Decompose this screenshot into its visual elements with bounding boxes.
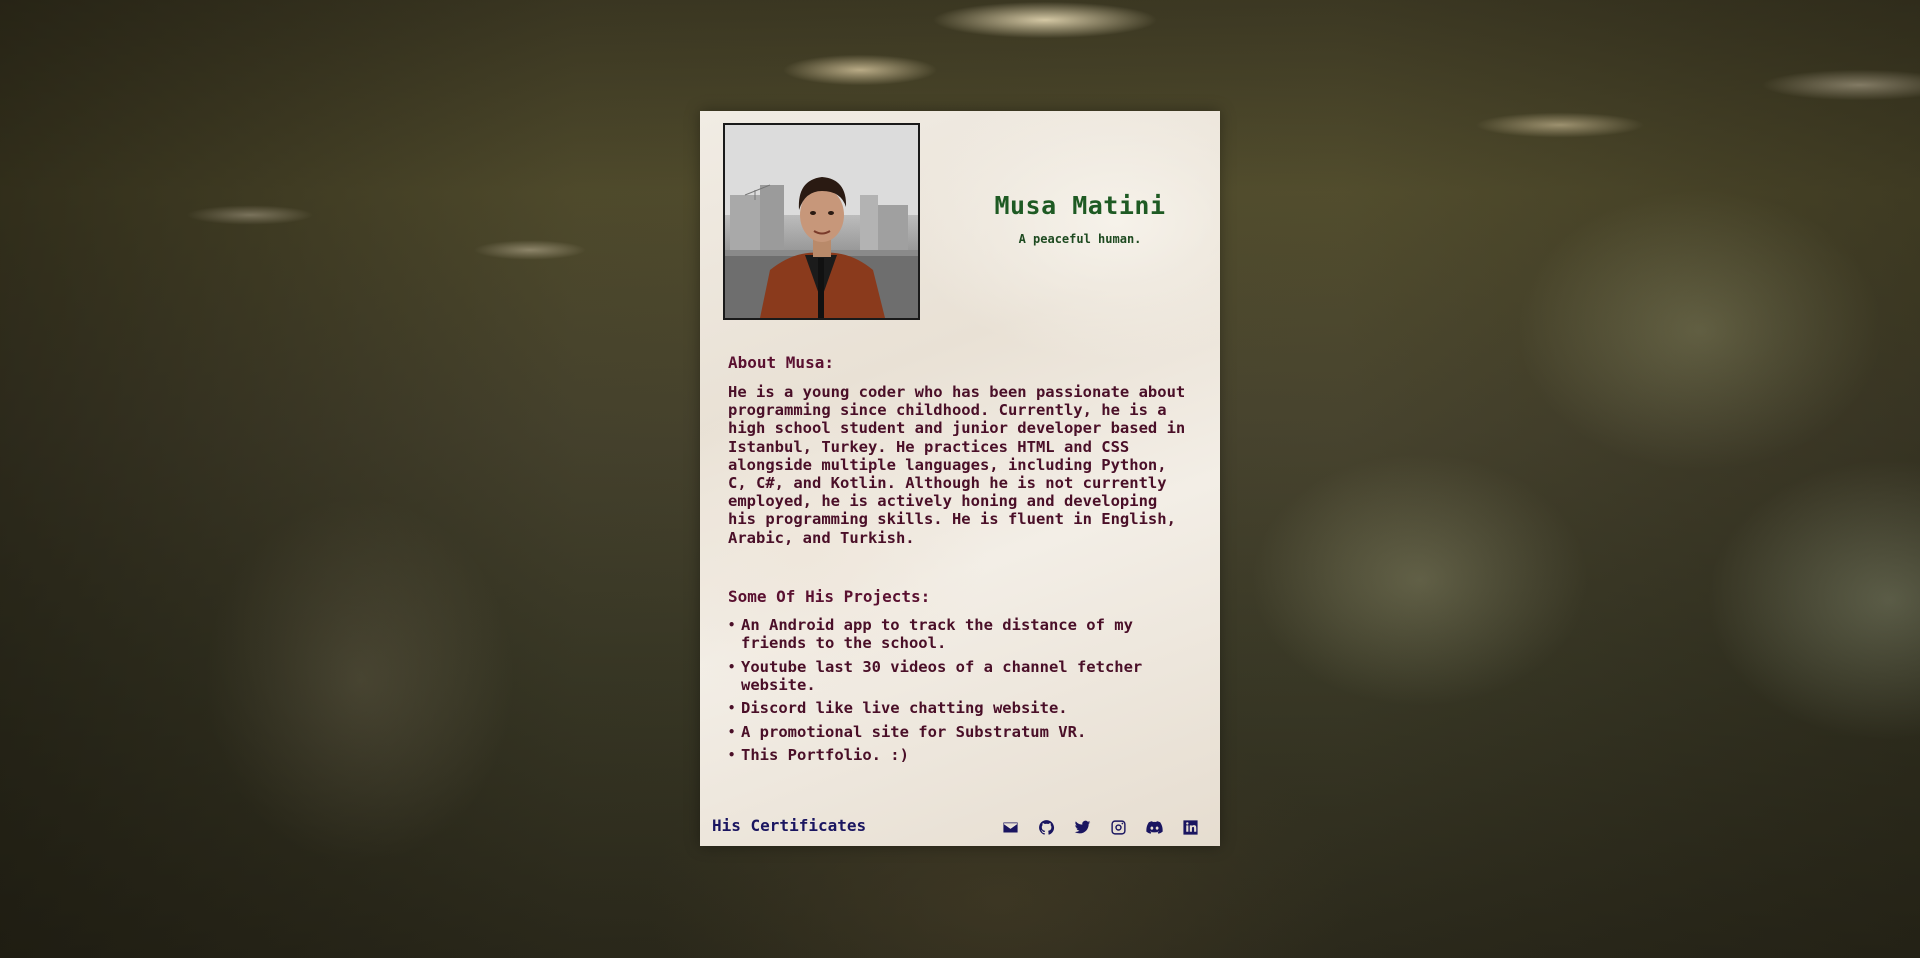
instagram-link[interactable] [1100,817,1136,837]
project-item-text: An Android app to track the distance of … [741,616,1133,653]
envelope-icon [1002,822,1018,832]
bullet-icon: • [728,724,736,739]
twitter-link[interactable] [1064,817,1100,837]
profile-name: Musa Matini [994,191,1166,220]
profile-tagline: A peaceful human. [1018,232,1142,246]
bullet-icon: • [728,701,736,716]
project-item: • Youtube last 30 videos of a channel fet… [728,658,1198,694]
bullet-icon: • [728,659,736,674]
social-links [992,817,1208,837]
project-item: • An Android app to track the distance of… [728,616,1198,652]
project-item-text: This Portfolio. :) [741,746,909,765]
linkedin-icon [1182,819,1198,835]
profile-photo [723,123,920,320]
bullet-icon: • [728,748,736,763]
github-link[interactable] [1028,817,1064,837]
certificates-link[interactable]: His Certificates [712,816,866,835]
bullet-icon: • [728,618,736,632]
twitter-icon [1074,820,1090,833]
project-item: • This Portfolio. :) [728,746,1198,764]
profile-photo-illustration [725,125,918,318]
project-item-text: Youtube last 30 videos of a channel fetc… [741,657,1143,694]
about-paragraph: He is a young coder who has been passion… [728,383,1186,547]
project-item: • A promotional site for Substratum VR. [728,723,1198,741]
discord-link[interactable] [1136,817,1172,837]
project-item-text: Discord like live chatting website. [741,699,1068,718]
projects-heading: Some Of His Projects: [728,587,931,606]
instagram-icon [1110,819,1126,835]
project-item-text: A promotional site for Substratum VR. [741,722,1087,741]
discord-icon [1145,820,1163,834]
github-icon [1038,819,1054,835]
projects-list: • An Android app to track the distance of… [728,616,1198,770]
project-item: • Discord like live chatting website. [728,699,1198,717]
email-link[interactable] [992,817,1028,837]
profile-card: Musa Matini A peaceful human. About Musa… [700,111,1220,846]
about-heading: About Musa: [728,353,834,372]
linkedin-link[interactable] [1172,817,1208,837]
